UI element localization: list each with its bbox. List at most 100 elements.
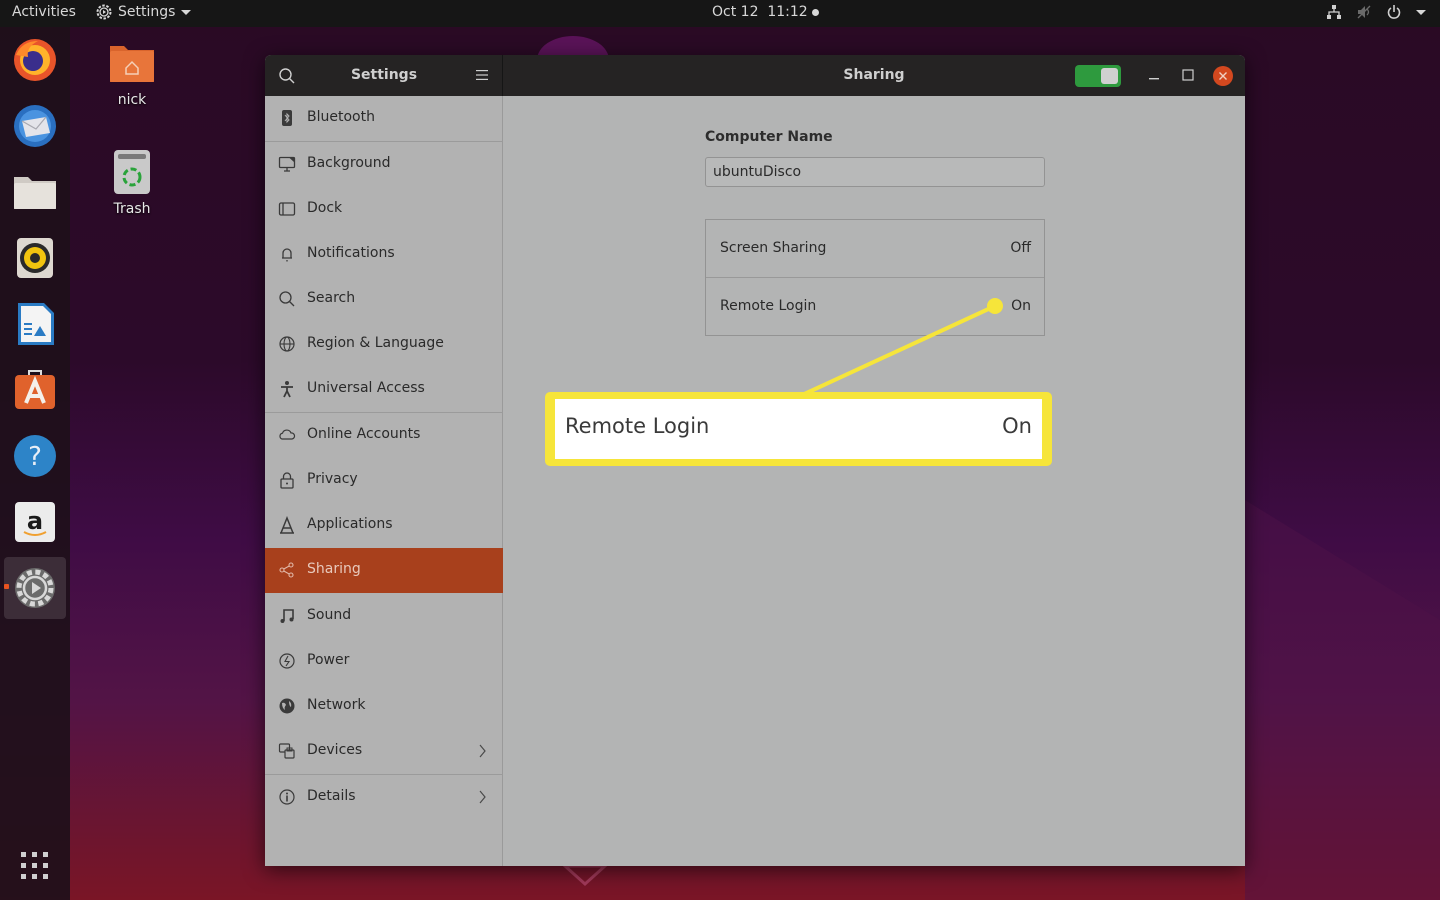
show-applications-icon — [21, 852, 48, 879]
desktop-icon-label: nick — [117, 92, 147, 108]
sidebar-item-label: Sound — [307, 607, 352, 623]
dock-thunderbird[interactable] — [10, 101, 60, 151]
sidebar-item-region-language[interactable]: Region & Language — [265, 322, 503, 367]
desktop-icon-trash[interactable]: Trash — [92, 149, 172, 217]
sidebar-header: Settings — [265, 55, 503, 96]
sidebar-item-power[interactable]: Power — [265, 639, 503, 684]
sidebar-item-sharing[interactable]: Sharing — [265, 548, 503, 593]
clock[interactable]: Oct 12 11:12 — [712, 4, 819, 20]
app-menu-label: Settings — [118, 4, 176, 20]
amazon-icon: a — [15, 502, 55, 542]
thunderbird-icon — [14, 105, 56, 147]
dock-ubuntu-software[interactable] — [10, 365, 60, 415]
dock-files[interactable] — [10, 167, 60, 217]
sidebar-item-label: Devices — [307, 742, 363, 758]
accessibility-icon — [281, 381, 293, 398]
service-status: Off — [1010, 240, 1031, 256]
computer-name-input[interactable] — [705, 157, 1045, 187]
svg-text:?: ? — [28, 442, 42, 472]
sharing-services-list: Screen Sharing Off Remote Login On — [705, 219, 1045, 336]
sidebar-item-devices[interactable]: Devices — [265, 729, 503, 774]
sidebar-item-bluetooth[interactable]: Bluetooth — [265, 96, 503, 141]
desktop-icon-home[interactable]: nick — [92, 42, 172, 108]
callout-service-status: On — [1002, 414, 1032, 438]
sharing-toggle[interactable] — [1075, 65, 1121, 87]
volume-muted-icon — [1357, 5, 1371, 19]
music-note-icon — [280, 609, 294, 623]
cloud-icon — [279, 429, 296, 440]
sidebar-item-privacy[interactable]: Privacy — [265, 458, 503, 503]
dock-help[interactable]: ? — [10, 431, 60, 481]
sidebar-item-label: Background — [307, 155, 391, 171]
show-applications-button[interactable] — [10, 841, 60, 891]
help-icon: ? — [14, 435, 56, 477]
sidebar-item-label: Universal Access — [307, 380, 425, 396]
lock-icon — [280, 472, 294, 489]
sidebar-item-label: Network — [307, 697, 366, 713]
sidebar-item-notifications[interactable]: Notifications — [265, 232, 503, 277]
close-button[interactable] — [1213, 66, 1233, 86]
app-menu[interactable]: Settings — [96, 4, 192, 20]
dock-firefox[interactable] — [10, 35, 60, 85]
devices-icon — [278, 743, 295, 759]
menu-caret-icon — [1416, 9, 1426, 15]
power-icon — [1387, 5, 1401, 19]
search-icon — [279, 291, 295, 307]
chevron-right-icon — [479, 790, 486, 804]
caret-down-icon — [181, 9, 192, 15]
remote-login-row[interactable]: Remote Login On — [706, 277, 1044, 334]
sidebar-item-online-accounts[interactable]: Online Accounts — [265, 413, 503, 458]
activities-button[interactable]: Activities — [12, 4, 76, 20]
callout-content: Remote Login On — [555, 399, 1042, 459]
sidebar-item-label: Search — [307, 290, 356, 306]
settings-icon — [15, 568, 55, 608]
clock-text: Oct 12 11:12 — [712, 4, 808, 20]
firefox-icon — [14, 39, 56, 81]
callout-box: Remote Login On — [545, 392, 1052, 466]
system-tray[interactable] — [1326, 4, 1426, 20]
power-icon — [279, 653, 295, 669]
service-name: Screen Sharing — [720, 240, 827, 256]
home-folder-icon — [110, 46, 154, 82]
sidebar-item-label: Online Accounts — [307, 426, 421, 442]
screen-sharing-row[interactable]: Screen Sharing Off — [706, 220, 1044, 277]
minimize-icon[interactable] — [1147, 67, 1161, 83]
hamburger-menu-icon[interactable] — [475, 69, 489, 81]
sidebar-item-label: Applications — [307, 516, 393, 532]
bell-icon — [282, 248, 292, 262]
dock-rhythmbox[interactable] — [10, 233, 60, 283]
close-icon — [1219, 72, 1227, 80]
sidebar-item-label: Bluetooth — [307, 109, 375, 125]
sidebar-item-label: Power — [307, 652, 350, 668]
dock-icon — [278, 202, 296, 216]
dock-settings[interactable] — [4, 557, 66, 619]
callout-service-name: Remote Login — [565, 414, 710, 438]
ubuntu-software-icon — [15, 370, 55, 409]
header-bar: Settings Sharing — [265, 55, 1245, 96]
top-bar: Activities Settings Oct 12 11:12 — [0, 0, 1440, 27]
background-icon — [278, 156, 296, 172]
sidebar-item-sound[interactable]: Sound — [265, 594, 503, 639]
sidebar-item-dock[interactable]: Dock — [265, 187, 503, 232]
desktop-icon-label: Trash — [113, 201, 151, 217]
sidebar-item-label: Details — [307, 788, 356, 804]
trash-icon — [114, 150, 150, 194]
dock-amazon[interactable]: a — [10, 497, 60, 547]
dock: ? a — [0, 27, 70, 900]
dock-libreoffice-impress[interactable] — [10, 299, 60, 349]
sidebar-title: Settings — [350, 67, 418, 83]
sidebar-item-applications[interactable]: Applications — [265, 503, 503, 548]
sidebar-item-universal-access[interactable]: Universal Access — [265, 367, 503, 412]
sidebar-item-search[interactable]: Search — [265, 277, 503, 322]
network-icon — [1327, 5, 1341, 19]
sidebar-item-label: Notifications — [307, 245, 395, 261]
files-icon — [14, 177, 56, 209]
sidebar-item-details[interactable]: Details — [265, 775, 503, 820]
sharing-panel: Computer Name Screen Sharing Off Remote … — [504, 96, 1245, 866]
sidebar-item-label: Privacy — [307, 471, 358, 487]
sidebar-item-network[interactable]: Network — [265, 684, 503, 729]
service-name: Remote Login — [720, 298, 817, 314]
sidebar-item-background[interactable]: Background — [265, 142, 503, 187]
maximize-icon[interactable] — [1182, 69, 1194, 81]
notification-dot-icon — [811, 8, 819, 16]
